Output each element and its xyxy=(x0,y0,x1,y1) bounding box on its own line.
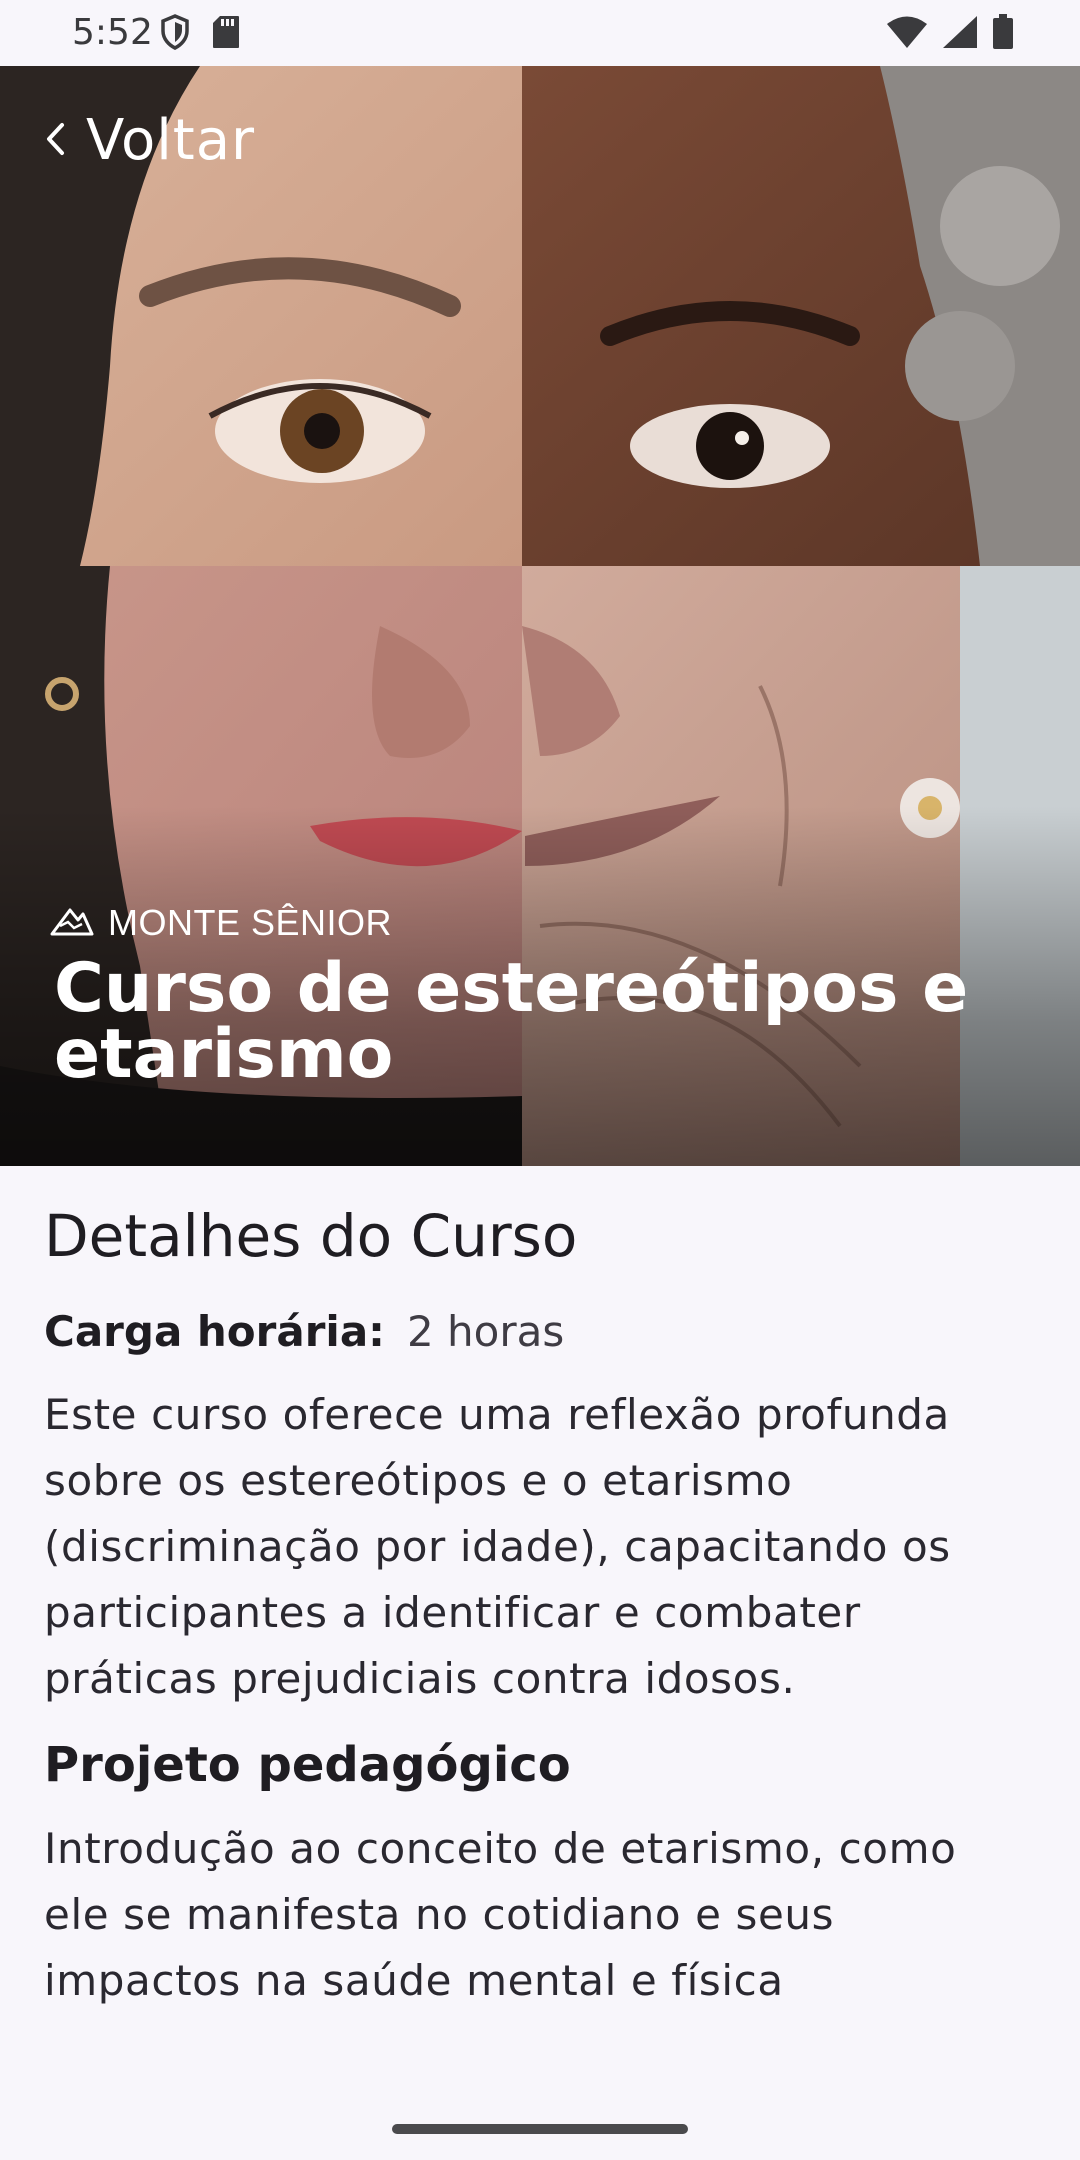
pedagogical-heading: Projeto pedagógico xyxy=(44,1737,571,1793)
mountain-logo-icon xyxy=(50,906,94,940)
signal-icon xyxy=(942,15,978,53)
home-indicator[interactable] xyxy=(392,2124,688,2134)
workload-label: Carga horária: xyxy=(44,1307,385,1356)
battery-icon xyxy=(992,14,1014,54)
wifi-icon xyxy=(886,15,928,53)
brand-name: MONTE SÊNIOR xyxy=(108,902,393,943)
brand-logo: MONTE SÊNIOR xyxy=(50,902,392,944)
status-right-icons xyxy=(886,14,1014,54)
details-heading: Detalhes do Curso xyxy=(44,1202,578,1270)
hero-banner: Voltar MONTE SÊNIOR Curso de estereótipo… xyxy=(0,66,1080,1166)
chevron-left-icon xyxy=(44,121,66,161)
status-time: 5:52 xyxy=(72,12,153,53)
course-title: Curso de estereótipos e etarismo xyxy=(54,949,969,1094)
course-details: Detalhes do Curso Carga horária: 2 horas… xyxy=(44,1196,1024,2014)
workload-row: Carga horária: 2 horas xyxy=(44,1304,1024,1360)
pedagogical-text: Introdução ao conceito de etarismo, como… xyxy=(44,1824,957,2005)
back-label: Voltar xyxy=(86,108,256,173)
course-description: Este curso oferece uma reflexão profunda… xyxy=(44,1390,951,1703)
workload-value: 2 horas xyxy=(406,1307,565,1356)
status-bar: 5:52 xyxy=(0,0,1080,66)
sd-card-icon xyxy=(212,15,240,53)
status-left-icons xyxy=(160,14,240,54)
shield-icon xyxy=(160,14,190,54)
back-button[interactable]: Voltar xyxy=(44,106,255,176)
